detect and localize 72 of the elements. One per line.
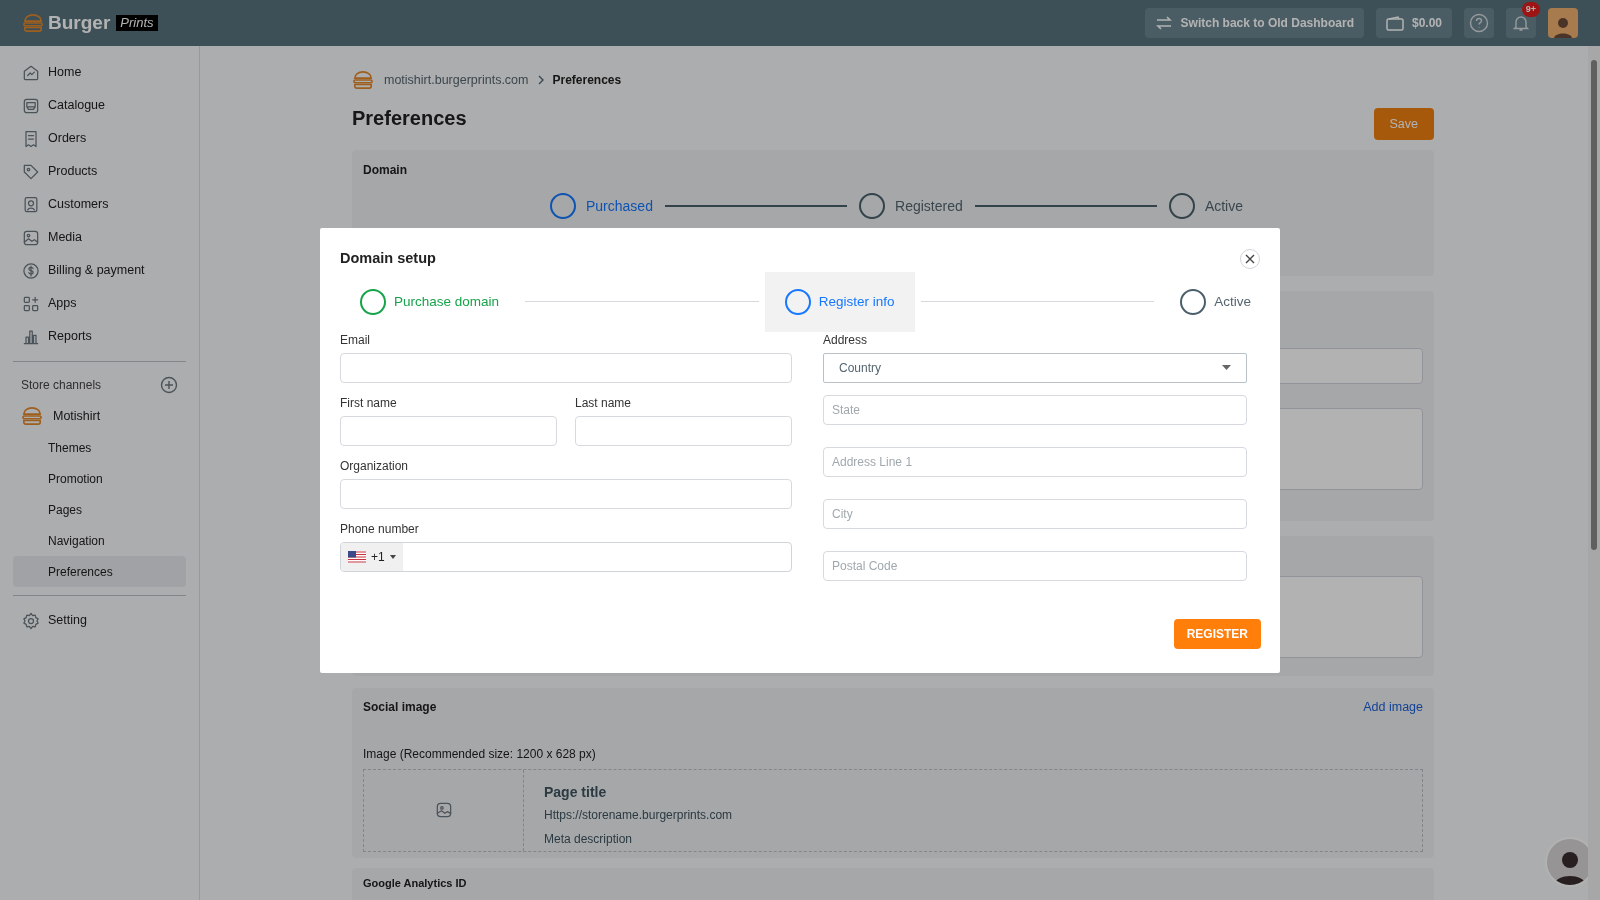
burger-icon xyxy=(352,70,374,90)
wallet-icon xyxy=(1385,15,1404,31)
phone-field[interactable]: +1 xyxy=(340,541,792,572)
input-field[interactable]: Postal Code xyxy=(823,550,1247,581)
input-field[interactable] xyxy=(340,352,792,383)
help-button[interactable] xyxy=(1464,8,1494,38)
breadcrumb-link[interactable]: motishirt.burgerprints.com xyxy=(384,70,529,90)
notification-badge: 9+ xyxy=(1521,2,1540,17)
logo-text: Burger xyxy=(48,10,111,35)
store-item[interactable]: Motishirt xyxy=(13,400,186,432)
add-image-link[interactable]: Add image xyxy=(1363,698,1423,717)
step-label: Purchased xyxy=(586,196,653,216)
input-field[interactable]: Address Line 1 xyxy=(823,446,1247,477)
sidebar-item[interactable]: Catalogue xyxy=(13,89,186,122)
sidebar-item[interactable]: Billing & payment xyxy=(13,254,186,287)
card-title: Google Analytics ID xyxy=(363,877,467,889)
input-field[interactable] xyxy=(340,478,792,509)
gear-icon xyxy=(21,610,41,631)
sidebar-subitem[interactable]: Pages xyxy=(13,494,186,525)
sidebar-subitem[interactable]: Navigation xyxy=(13,525,186,556)
sidebar-subitem[interactable]: Preferences xyxy=(13,556,186,587)
sidebar-item[interactable]: Products xyxy=(13,155,186,188)
burger-icon xyxy=(21,406,43,426)
sidebar-subitem[interactable]: Promotion xyxy=(13,463,186,494)
field-label: First name xyxy=(340,394,398,412)
breadcrumb-current: Preferences xyxy=(552,72,622,89)
sidebar-item[interactable]: Home xyxy=(13,56,186,89)
input-field[interactable] xyxy=(340,415,557,446)
field-label: Address xyxy=(823,331,869,349)
input-field[interactable]: City xyxy=(823,498,1247,529)
sidebar-item[interactable]: Media xyxy=(13,221,186,254)
add-icon[interactable] xyxy=(160,376,178,394)
sidebar-item[interactable]: Reports xyxy=(13,320,186,353)
chevron-icon xyxy=(536,75,545,85)
field-label: Last name xyxy=(575,394,633,412)
field-label: Email xyxy=(340,331,371,349)
preview-description: Meta description xyxy=(544,830,634,848)
dialog-title: Domain setup xyxy=(340,249,436,268)
country-code-button[interactable]: +1 xyxy=(341,542,403,571)
sidebar-subitem[interactable]: Themes xyxy=(13,432,186,463)
image-label: Image (Recommended size: 1200 x 628 px) xyxy=(363,745,597,763)
step-label: Registered xyxy=(895,196,963,216)
input-field[interactable] xyxy=(575,415,792,446)
caret-icon xyxy=(389,554,396,559)
swap-icon xyxy=(1154,15,1173,31)
close-icon xyxy=(1245,253,1255,264)
bell-icon xyxy=(1512,14,1530,32)
preview-title: Page title xyxy=(544,783,608,800)
step-label: Active xyxy=(1204,196,1243,216)
input-field[interactable]: State xyxy=(823,394,1247,425)
field-label: Phone number xyxy=(340,520,420,538)
field-label: Organization xyxy=(340,457,410,475)
step-tab[interactable]: Active xyxy=(1160,271,1271,332)
card-title: Domain xyxy=(363,162,408,179)
user-avatar[interactable] xyxy=(1548,8,1578,38)
sidebar-item[interactable]: Setting xyxy=(13,604,186,637)
logo-tag: Prints xyxy=(116,15,158,31)
country-select[interactable]: Country xyxy=(823,352,1247,383)
preview-url: Https://storename.burgerprints.com xyxy=(544,806,733,824)
card-title: Social image xyxy=(363,699,437,717)
sidebar-item[interactable]: Orders xyxy=(13,122,186,155)
scrollbar[interactable] xyxy=(1588,46,1600,900)
burger-icon xyxy=(22,13,44,33)
page-title: Preferences xyxy=(352,106,467,131)
sidebar-item[interactable]: Customers xyxy=(13,188,186,221)
caret-icon xyxy=(1222,365,1231,371)
sidebar-item[interactable]: Apps xyxy=(13,287,186,320)
dollar-icon xyxy=(21,260,41,281)
help-icon xyxy=(1469,13,1489,33)
flag-icon xyxy=(348,550,366,563)
section-label: Store channels xyxy=(21,377,102,394)
step-tab[interactable]: Register info xyxy=(764,271,915,332)
